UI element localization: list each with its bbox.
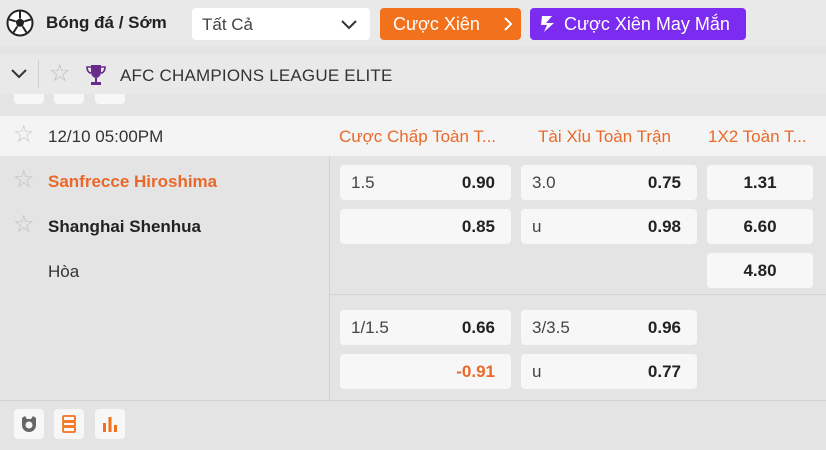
odds-cell-over[interactable]: 3/3.5 0.96 bbox=[521, 310, 697, 345]
chevron-right-icon bbox=[504, 17, 513, 31]
odds-value: 1.31 bbox=[743, 173, 777, 192]
favorite-star-icon[interactable]: ☆ bbox=[49, 62, 71, 86]
away-team-name: Shanghai Shenhua bbox=[48, 217, 202, 236]
odds-value: 0.85 bbox=[461, 217, 495, 236]
league-name: AFC CHAMPIONS LEAGUE ELITE bbox=[120, 66, 393, 85]
handicap-line: 1.5 bbox=[351, 173, 375, 192]
market-filter-select[interactable]: Tất Cả bbox=[192, 8, 370, 40]
odds-cell-1x2-away[interactable]: 6.60 bbox=[707, 209, 813, 244]
odds-cell-under[interactable]: u 0.77 bbox=[521, 354, 697, 389]
lucky-parlay-icon bbox=[541, 16, 554, 32]
trophy-icon bbox=[86, 65, 106, 85]
team-column: ☆ Sanfrecce Hiroshima ☆ Shanghai Shenhua… bbox=[0, 156, 330, 400]
match-list-icon[interactable] bbox=[54, 409, 84, 439]
odds-cell-handicap-away[interactable]: -0.91 bbox=[340, 354, 511, 389]
odds-value: 0.96 bbox=[647, 318, 681, 337]
favorite-star-icon[interactable]: ☆ bbox=[13, 213, 35, 237]
total-line: 3.0 bbox=[532, 173, 556, 192]
odds-cell-1x2-home[interactable]: 1.31 bbox=[707, 165, 813, 200]
under-label: u bbox=[532, 362, 542, 381]
filter-value: Tất Cả bbox=[202, 15, 254, 34]
odds-cell-over[interactable]: 3.0 0.75 bbox=[521, 165, 697, 200]
odds-cell-handicap-home[interactable]: 1.5 0.90 bbox=[340, 165, 511, 200]
draw-label: Hòa bbox=[48, 262, 80, 281]
odds-value: 0.90 bbox=[461, 173, 495, 192]
chevron-down-icon[interactable] bbox=[10, 66, 28, 82]
favorite-star-icon[interactable]: ☆ bbox=[13, 123, 35, 147]
team-row-draw: Hòa bbox=[0, 253, 330, 293]
bar-chart-icon[interactable] bbox=[95, 409, 125, 439]
divider bbox=[38, 60, 39, 88]
odds-value: 6.60 bbox=[743, 217, 777, 236]
odds-cell-handicap-home[interactable]: 1/1.5 0.66 bbox=[340, 310, 511, 345]
divider bbox=[330, 294, 826, 295]
lucky-parlay-button-label: Cược Xiên May Mắn bbox=[564, 14, 730, 34]
previous-row-icons bbox=[0, 94, 826, 106]
under-label: u bbox=[532, 217, 542, 236]
odds-value: 0.75 bbox=[647, 173, 681, 192]
top-bar: Bóng đá / Sớm Tất Cả Cược Xiên Cược Xiên… bbox=[0, 0, 826, 46]
league-header[interactable]: ☆ AFC CHAMPIONS LEAGUE ELITE bbox=[0, 54, 826, 94]
odds-value: 0.98 bbox=[647, 217, 681, 236]
odds-value: 0.77 bbox=[647, 362, 681, 381]
stats-badge-icon[interactable] bbox=[14, 409, 44, 439]
match-footer bbox=[0, 400, 826, 450]
chevron-down-icon bbox=[341, 20, 357, 30]
team-row-home: ☆ Sanfrecce Hiroshima bbox=[0, 163, 330, 203]
parlay-button-label: Cược Xiên bbox=[393, 14, 480, 34]
parlay-button[interactable]: Cược Xiên bbox=[380, 8, 521, 40]
match-datetime: 12/10 05:00PM bbox=[48, 127, 164, 146]
match-header: ☆ 12/10 05:00PM Cược Chấp Toàn T... Tài … bbox=[0, 116, 826, 156]
odds-value: -0.91 bbox=[456, 362, 495, 381]
odds-value: 0.66 bbox=[461, 318, 495, 337]
favorite-star-icon[interactable]: ☆ bbox=[13, 168, 35, 192]
column-header-handicap: Cược Chấp Toàn T... bbox=[339, 127, 497, 146]
odds-cell-under[interactable]: u 0.98 bbox=[521, 209, 697, 244]
team-row-away: ☆ Shanghai Shenhua bbox=[0, 208, 330, 248]
total-line: 3/3.5 bbox=[532, 318, 570, 337]
odds-value: 4.80 bbox=[743, 261, 777, 280]
home-team-name: Sanfrecce Hiroshima bbox=[48, 172, 218, 191]
odds-cell-handicap-away[interactable]: 0.85 bbox=[340, 209, 511, 244]
handicap-line: 1/1.5 bbox=[351, 318, 389, 337]
odds-cell-1x2-draw[interactable]: 4.80 bbox=[707, 253, 813, 288]
soccer-ball-icon bbox=[6, 9, 34, 37]
sport-title: Bóng đá / Sớm bbox=[46, 13, 167, 32]
column-header-1x2: 1X2 Toàn T... bbox=[708, 127, 807, 146]
column-header-over-under: Tài Xỉu Toàn Trận bbox=[538, 127, 671, 146]
lucky-parlay-button[interactable]: Cược Xiên May Mắn bbox=[530, 8, 746, 40]
